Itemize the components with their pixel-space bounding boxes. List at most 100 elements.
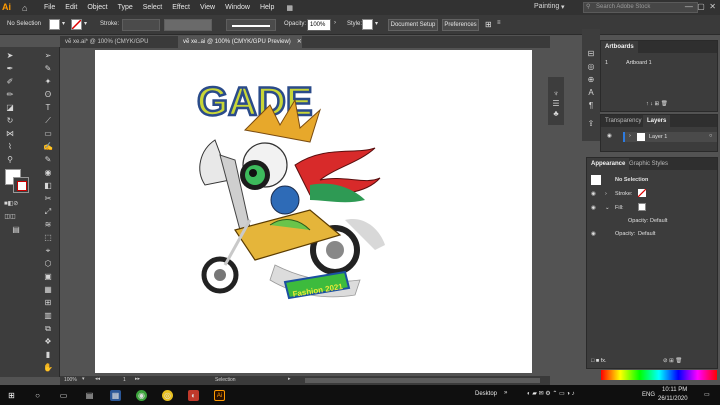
chrome-icon[interactable]: ◎	[162, 390, 173, 401]
workspace-chevron-icon[interactable]: ▾	[561, 3, 565, 11]
task-view-icon[interactable]: ▭	[58, 390, 69, 401]
shape-builder-icon[interactable]: ⬡	[42, 259, 54, 269]
align-icon[interactable]: ⊞	[485, 20, 492, 29]
draw-mode-icons[interactable]: ◫◫	[4, 212, 16, 222]
opacity-label-row[interactable]: Opacity:	[615, 231, 635, 237]
rectangle-tool-icon[interactable]: ▭	[42, 129, 54, 139]
shaper-tool-icon[interactable]: ✏	[4, 90, 16, 100]
tab-appearance[interactable]: Appearance	[587, 158, 630, 170]
color-mode-icons[interactable]: ■◧⊘	[4, 199, 18, 209]
image-trace-icon[interactable]: ☰	[550, 99, 562, 109]
status-arrow-icon[interactable]: ▸	[288, 376, 291, 382]
zoom-tool-icon[interactable]: ⚲	[4, 155, 16, 165]
illustrator-taskbar-icon[interactable]: Ai	[214, 390, 225, 401]
opacity-value-row[interactable]: Default	[638, 231, 655, 237]
mesh-tool-icon[interactable]: ⊞	[42, 298, 54, 308]
magic-wand-icon[interactable]: ✦	[42, 77, 54, 87]
paragraph-icon[interactable]: ¶	[585, 101, 597, 111]
status-mode[interactable]: Selection	[215, 377, 236, 383]
expand-chevron-icon[interactable]: ›	[629, 133, 631, 139]
rotate-tool-icon[interactable]: ↻	[4, 116, 16, 126]
fill-row-label[interactable]: Fill:	[615, 205, 624, 211]
illustration[interactable]: GADE Fashion 2021	[95, 50, 532, 373]
zoom-level[interactable]: 100%	[64, 377, 77, 383]
hand-tool-icon[interactable]: ✋	[42, 363, 54, 373]
menu-type[interactable]: Type	[118, 4, 133, 11]
scissors-icon[interactable]: ✂	[42, 194, 54, 204]
stroke-swatch-none[interactable]	[638, 189, 646, 197]
workspace-switcher[interactable]: Painting	[534, 3, 559, 10]
warp-tool-icon[interactable]: ≋	[42, 220, 54, 230]
menu-window[interactable]: Window	[225, 4, 250, 11]
arrange-documents-icon[interactable]: ▦	[286, 4, 293, 12]
artboard-number[interactable]: 1	[123, 377, 126, 383]
target-icon[interactable]: ○	[709, 133, 712, 139]
fill-swatch[interactable]	[49, 19, 60, 30]
blend-tool-icon[interactable]: ⧉	[42, 324, 54, 334]
line-tool-icon[interactable]: ⟋	[42, 116, 54, 126]
type-tool-icon[interactable]: T	[42, 103, 54, 113]
club-icon[interactable]: ♣	[550, 109, 562, 119]
lasso-tool-icon[interactable]: ʘ	[42, 90, 54, 100]
puppet-icon[interactable]: ♆	[550, 89, 562, 99]
libraries-icon[interactable]: ◎	[585, 62, 597, 72]
graph-tool-icon[interactable]: ▮	[42, 350, 54, 360]
windows-start-icon[interactable]: ⊞	[6, 390, 17, 401]
style-chevron-icon[interactable]: ▾	[375, 20, 378, 27]
selection-tool-icon[interactable]: ➤	[4, 51, 16, 61]
brush-dropdown[interactable]	[226, 19, 276, 31]
scale-tool-icon[interactable]: ⤢	[42, 207, 54, 217]
tray-icons[interactable]: ◐ ▰ ✉ ⚙ ⌃ ▭ ◑ ♪	[527, 390, 575, 397]
desktop-chevron-icon[interactable]: »	[504, 390, 507, 396]
input-language[interactable]: ENG	[642, 392, 655, 398]
home-icon[interactable]: ⌂	[22, 2, 34, 14]
paintbrush-tool-icon[interactable]: ✍	[42, 142, 54, 152]
app-tile-icon[interactable]: ▦	[110, 390, 121, 401]
artboard[interactable]: GADE Fashion 2021	[95, 50, 532, 373]
fill-swatch-white[interactable]	[638, 203, 646, 211]
artboard-prev-icon[interactable]: ◂◂	[95, 376, 100, 382]
eraser-tool-icon[interactable]: ◪	[4, 103, 16, 113]
style-swatch[interactable]	[362, 19, 373, 30]
brush-tool-icon[interactable]: ✐	[4, 77, 16, 87]
stroke-row-label[interactable]: Stroke:	[615, 191, 632, 197]
stroke-chevron-icon[interactable]: ▾	[84, 20, 87, 27]
menu-help[interactable]: Help	[260, 4, 274, 11]
preferences-button[interactable]: Preferences	[442, 19, 479, 31]
clock-date[interactable]: 26/11/2020	[658, 396, 688, 402]
green-app-icon[interactable]: ◉	[136, 390, 147, 401]
eraser-icon[interactable]: ◧	[42, 181, 54, 191]
appearance-footer-actions[interactable]: □ ■ fx.	[591, 358, 607, 364]
screen-mode-icon[interactable]: ▤	[10, 225, 22, 235]
fill-expand-icon[interactable]: ⌄	[605, 205, 610, 211]
pencil-tool-icon[interactable]: ✎	[42, 155, 54, 165]
fill-opacity-label[interactable]: Opacity:	[628, 218, 648, 224]
tab-graphic-styles[interactable]: Graphic Styles	[625, 158, 672, 170]
appearance-footer-right[interactable]: ⊘ ⊞ 🗑	[663, 358, 682, 364]
stroke-swatch[interactable]	[71, 19, 82, 30]
artboard-panel-actions[interactable]: ↑ ↓ ⊞ 🗑	[646, 101, 668, 107]
menu-edit[interactable]: Edit	[65, 4, 77, 11]
stroke-color-box[interactable]	[13, 177, 29, 193]
character-icon[interactable]: A	[585, 88, 597, 98]
window-controls[interactable]: — ▢ ✕	[685, 2, 716, 11]
overflow-chevron-icon[interactable]: ≡	[497, 20, 501, 26]
menu-view[interactable]: View	[200, 4, 215, 11]
eyedropper-tool-icon[interactable]: ⌇	[4, 142, 16, 152]
doc-tab-2[interactable]: vẽ xe..ai @ 100% (CMYK/GPU Preview) ✕	[178, 36, 302, 48]
layer-row[interactable]: ◉ › Layer 1 ○	[607, 132, 717, 142]
pen-tool-icon[interactable]: ✒	[4, 64, 16, 74]
zoom-chevron-icon[interactable]: ▾	[82, 376, 85, 382]
artboard-row-name[interactable]: Artboard 1	[626, 60, 652, 66]
tab-layers[interactable]: Layers	[643, 115, 671, 127]
menu-select[interactable]: Select	[143, 4, 162, 11]
pin-tool-icon[interactable]: ⌖	[42, 246, 54, 256]
export-icon[interactable]: ⇪	[585, 119, 597, 129]
notifications-icon[interactable]: ▭	[704, 391, 710, 398]
paint-app-icon[interactable]: ◐	[188, 390, 199, 401]
perspective-grid-icon[interactable]: ▦	[42, 285, 54, 295]
stroke-eye-icon[interactable]: ◉	[591, 191, 596, 197]
opacity-chevron-icon[interactable]: ›	[334, 20, 336, 26]
menu-file[interactable]: File	[44, 4, 55, 11]
search-icon[interactable]: ○	[32, 390, 43, 401]
